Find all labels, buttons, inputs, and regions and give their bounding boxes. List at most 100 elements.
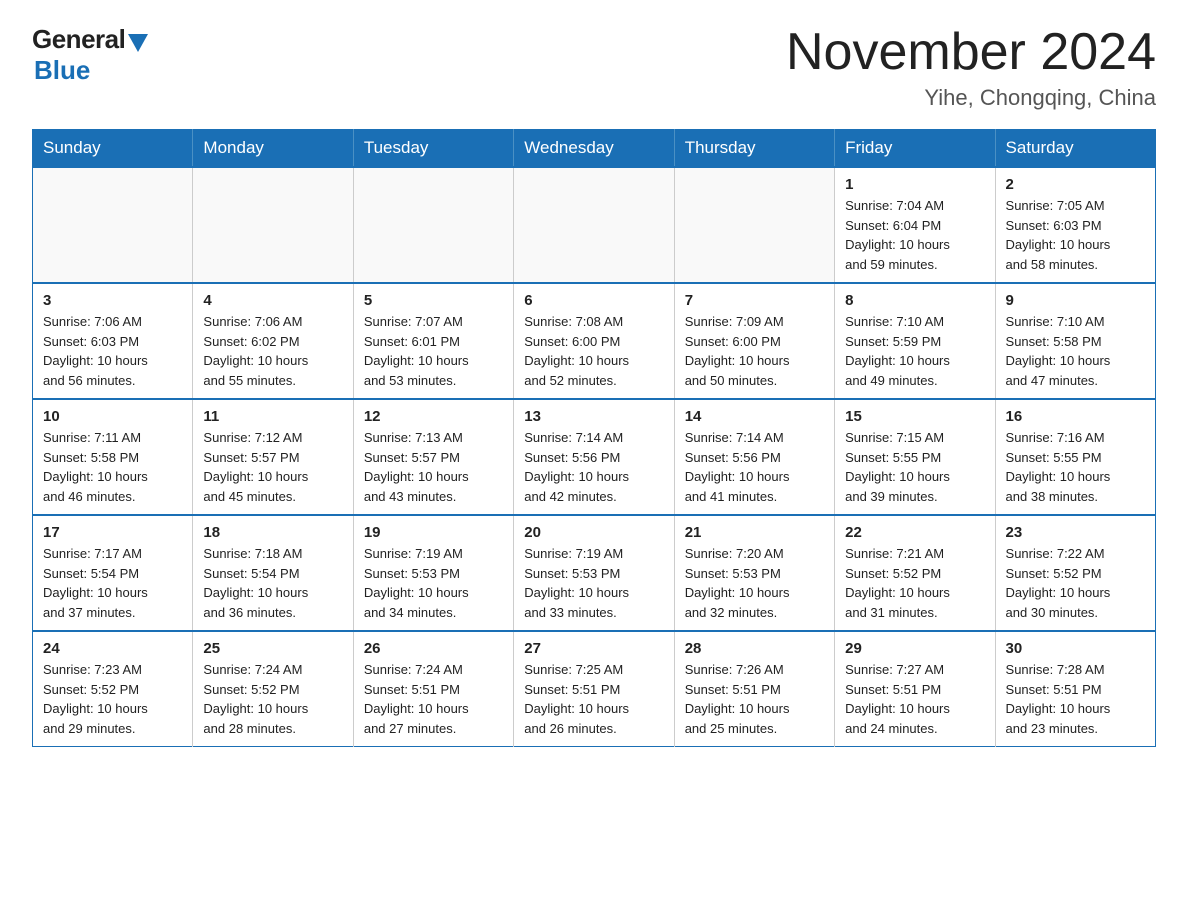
day-number: 20 — [524, 524, 663, 541]
day-number: 3 — [43, 292, 182, 309]
day-info: Sunrise: 7:20 AM Sunset: 5:53 PM Dayligh… — [685, 544, 824, 622]
day-info: Sunrise: 7:27 AM Sunset: 5:51 PM Dayligh… — [845, 660, 984, 738]
calendar-cell: 5 Sunrise: 7:07 AM Sunset: 6:01 PM Daylig… — [353, 283, 513, 399]
day-info: Sunrise: 7:11 AM Sunset: 5:58 PM Dayligh… — [43, 428, 182, 506]
day-info: Sunrise: 7:14 AM Sunset: 5:56 PM Dayligh… — [685, 428, 824, 506]
day-number: 14 — [685, 408, 824, 425]
calendar-week-row: 3 Sunrise: 7:06 AM Sunset: 6:03 PM Daylig… — [33, 283, 1156, 399]
calendar-cell: 21 Sunrise: 7:20 AM Sunset: 5:53 PM Dayli… — [674, 515, 834, 631]
day-info: Sunrise: 7:26 AM Sunset: 5:51 PM Dayligh… — [685, 660, 824, 738]
weekday-header-monday: Monday — [193, 130, 353, 168]
day-info: Sunrise: 7:24 AM Sunset: 5:52 PM Dayligh… — [203, 660, 342, 738]
day-number: 9 — [1006, 292, 1145, 309]
day-info: Sunrise: 7:28 AM Sunset: 5:51 PM Dayligh… — [1006, 660, 1145, 738]
weekday-header-thursday: Thursday — [674, 130, 834, 168]
day-info: Sunrise: 7:06 AM Sunset: 6:03 PM Dayligh… — [43, 312, 182, 390]
day-number: 21 — [685, 524, 824, 541]
day-info: Sunrise: 7:07 AM Sunset: 6:01 PM Dayligh… — [364, 312, 503, 390]
day-info: Sunrise: 7:16 AM Sunset: 5:55 PM Dayligh… — [1006, 428, 1145, 506]
day-info: Sunrise: 7:09 AM Sunset: 6:00 PM Dayligh… — [685, 312, 824, 390]
logo-triangle-icon — [128, 34, 148, 52]
day-number: 29 — [845, 640, 984, 657]
calendar-cell — [674, 167, 834, 283]
calendar-cell: 7Sunrise: 7:09 AM Sunset: 6:00 PM Daylig… — [674, 283, 834, 399]
calendar-cell: 1 Sunrise: 7:04 AM Sunset: 6:04 PM Daylig… — [835, 167, 995, 283]
calendar-cell: 12 Sunrise: 7:13 AM Sunset: 5:57 PM Dayli… — [353, 399, 513, 515]
day-number: 15 — [845, 408, 984, 425]
calendar-cell: 23Sunrise: 7:22 AM Sunset: 5:52 PM Dayli… — [995, 515, 1155, 631]
title-block: November 2024 Yihe, Chongqing, China — [786, 24, 1156, 111]
weekday-header-tuesday: Tuesday — [353, 130, 513, 168]
calendar-cell: 2Sunrise: 7:05 AM Sunset: 6:03 PM Daylig… — [995, 167, 1155, 283]
day-info: Sunrise: 7:13 AM Sunset: 5:57 PM Dayligh… — [364, 428, 503, 506]
calendar-cell: 11Sunrise: 7:12 AM Sunset: 5:57 PM Dayli… — [193, 399, 353, 515]
day-number: 27 — [524, 640, 663, 657]
calendar-table: SundayMondayTuesdayWednesdayThursdayFrid… — [32, 129, 1156, 747]
calendar-cell: 4Sunrise: 7:06 AM Sunset: 6:02 PM Daylig… — [193, 283, 353, 399]
calendar-week-row: 24 Sunrise: 7:23 AM Sunset: 5:52 PM Dayli… — [33, 631, 1156, 747]
day-info: Sunrise: 7:04 AM Sunset: 6:04 PM Dayligh… — [845, 196, 984, 274]
day-number: 30 — [1006, 640, 1145, 657]
day-info: Sunrise: 7:24 AM Sunset: 5:51 PM Dayligh… — [364, 660, 503, 738]
day-number: 11 — [203, 408, 342, 425]
calendar-cell: 14 Sunrise: 7:14 AM Sunset: 5:56 PM Dayli… — [674, 399, 834, 515]
weekday-header-friday: Friday — [835, 130, 995, 168]
calendar-cell: 24 Sunrise: 7:23 AM Sunset: 5:52 PM Dayli… — [33, 631, 193, 747]
day-info: Sunrise: 7:08 AM Sunset: 6:00 PM Dayligh… — [524, 312, 663, 390]
weekday-header-row: SundayMondayTuesdayWednesdayThursdayFrid… — [33, 130, 1156, 168]
weekday-header-saturday: Saturday — [995, 130, 1155, 168]
day-number: 13 — [524, 408, 663, 425]
logo-blue-text: Blue — [34, 55, 90, 86]
day-number: 22 — [845, 524, 984, 541]
calendar-cell: 10 Sunrise: 7:11 AM Sunset: 5:58 PM Dayli… — [33, 399, 193, 515]
calendar-cell: 30 Sunrise: 7:28 AM Sunset: 5:51 PM Dayli… — [995, 631, 1155, 747]
day-info: Sunrise: 7:10 AM Sunset: 5:59 PM Dayligh… — [845, 312, 984, 390]
day-number: 5 — [364, 292, 503, 309]
day-number: 17 — [43, 524, 182, 541]
day-info: Sunrise: 7:19 AM Sunset: 5:53 PM Dayligh… — [364, 544, 503, 622]
calendar-week-row: 1 Sunrise: 7:04 AM Sunset: 6:04 PM Daylig… — [33, 167, 1156, 283]
calendar-cell — [353, 167, 513, 283]
calendar-cell: 9 Sunrise: 7:10 AM Sunset: 5:58 PM Daylig… — [995, 283, 1155, 399]
calendar-cell — [33, 167, 193, 283]
calendar-cell: 15 Sunrise: 7:15 AM Sunset: 5:55 PM Dayli… — [835, 399, 995, 515]
logo: General Blue — [32, 24, 148, 86]
calendar-week-row: 10 Sunrise: 7:11 AM Sunset: 5:58 PM Dayli… — [33, 399, 1156, 515]
day-info: Sunrise: 7:23 AM Sunset: 5:52 PM Dayligh… — [43, 660, 182, 738]
day-info: Sunrise: 7:05 AM Sunset: 6:03 PM Dayligh… — [1006, 196, 1145, 274]
calendar-cell: 25 Sunrise: 7:24 AM Sunset: 5:52 PM Dayli… — [193, 631, 353, 747]
calendar-cell: 17Sunrise: 7:17 AM Sunset: 5:54 PM Dayli… — [33, 515, 193, 631]
calendar-cell: 8 Sunrise: 7:10 AM Sunset: 5:59 PM Daylig… — [835, 283, 995, 399]
calendar-cell: 19 Sunrise: 7:19 AM Sunset: 5:53 PM Dayli… — [353, 515, 513, 631]
day-info: Sunrise: 7:15 AM Sunset: 5:55 PM Dayligh… — [845, 428, 984, 506]
month-year-title: November 2024 — [786, 24, 1156, 81]
calendar-cell: 6 Sunrise: 7:08 AM Sunset: 6:00 PM Daylig… — [514, 283, 674, 399]
day-number: 28 — [685, 640, 824, 657]
day-info: Sunrise: 7:14 AM Sunset: 5:56 PM Dayligh… — [524, 428, 663, 506]
day-info: Sunrise: 7:18 AM Sunset: 5:54 PM Dayligh… — [203, 544, 342, 622]
day-number: 25 — [203, 640, 342, 657]
day-number: 1 — [845, 176, 984, 193]
calendar-cell — [193, 167, 353, 283]
logo-general-text: General — [32, 24, 125, 55]
day-info: Sunrise: 7:25 AM Sunset: 5:51 PM Dayligh… — [524, 660, 663, 738]
day-number: 10 — [43, 408, 182, 425]
day-info: Sunrise: 7:10 AM Sunset: 5:58 PM Dayligh… — [1006, 312, 1145, 390]
page-header: General Blue November 2024 Yihe, Chongqi… — [32, 24, 1156, 111]
calendar-cell: 18Sunrise: 7:18 AM Sunset: 5:54 PM Dayli… — [193, 515, 353, 631]
day-info: Sunrise: 7:21 AM Sunset: 5:52 PM Dayligh… — [845, 544, 984, 622]
calendar-cell: 26Sunrise: 7:24 AM Sunset: 5:51 PM Dayli… — [353, 631, 513, 747]
day-number: 16 — [1006, 408, 1145, 425]
calendar-cell: 13 Sunrise: 7:14 AM Sunset: 5:56 PM Dayli… — [514, 399, 674, 515]
calendar-cell — [514, 167, 674, 283]
day-number: 24 — [43, 640, 182, 657]
day-number: 8 — [845, 292, 984, 309]
day-number: 19 — [364, 524, 503, 541]
day-number: 12 — [364, 408, 503, 425]
calendar-cell: 27 Sunrise: 7:25 AM Sunset: 5:51 PM Dayli… — [514, 631, 674, 747]
location-subtitle: Yihe, Chongqing, China — [786, 85, 1156, 111]
weekday-header-wednesday: Wednesday — [514, 130, 674, 168]
day-number: 23 — [1006, 524, 1145, 541]
day-info: Sunrise: 7:06 AM Sunset: 6:02 PM Dayligh… — [203, 312, 342, 390]
day-number: 6 — [524, 292, 663, 309]
